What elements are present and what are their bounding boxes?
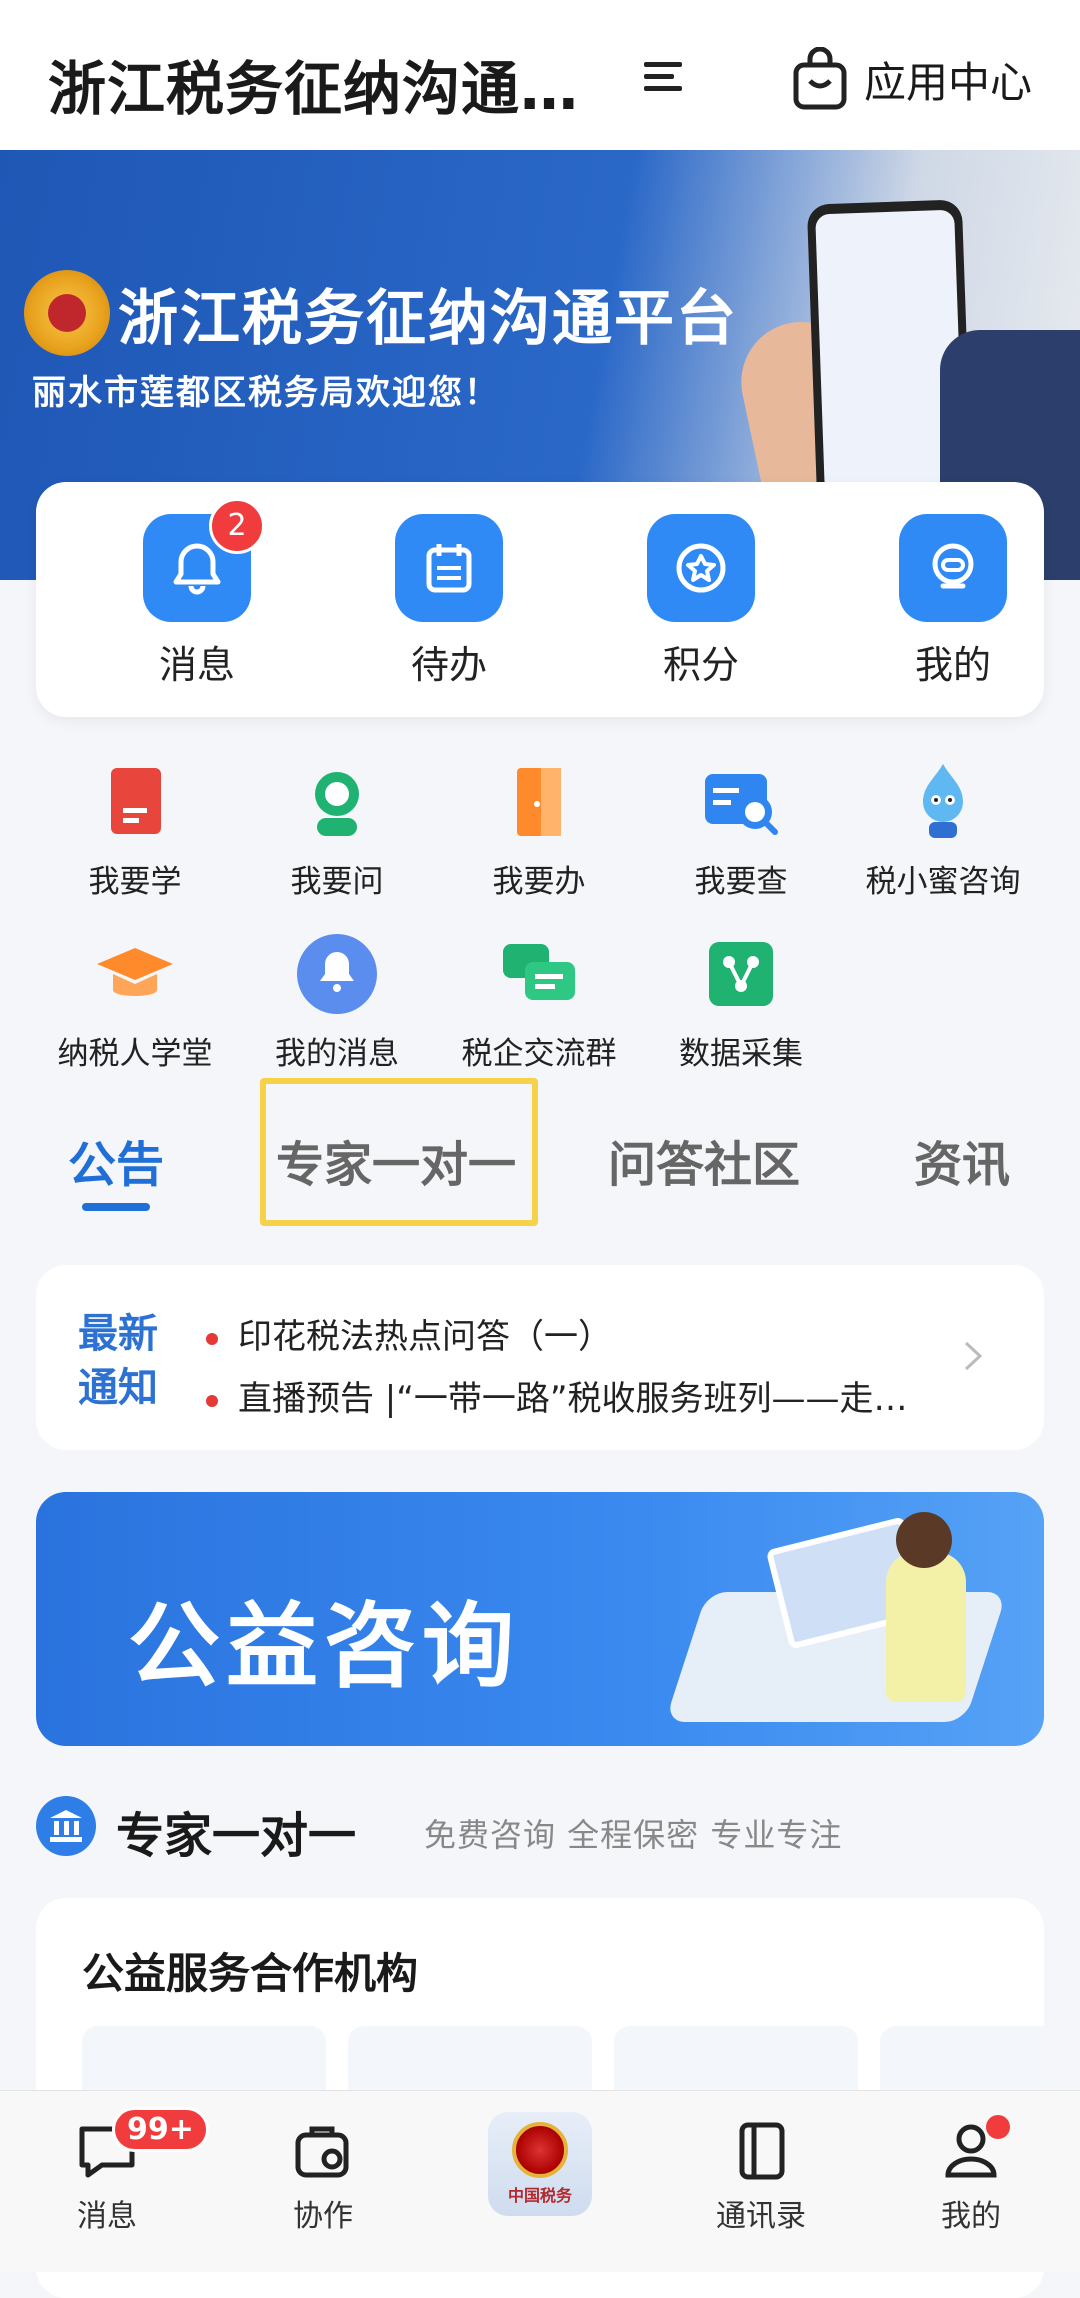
- notice-item[interactable]: 印花税法热点问答（一）: [206, 1309, 612, 1358]
- headset-icon: [295, 760, 379, 844]
- highlight-box: [260, 1078, 538, 1226]
- nav-label: 通讯录: [716, 2199, 806, 2234]
- quick-action-points[interactable]: 积分: [626, 514, 776, 689]
- grid-item-tax-assistant[interactable]: 税小蜜咨询: [848, 760, 1038, 901]
- tab-qa-community[interactable]: 问答社区: [608, 1125, 800, 1195]
- banner-title: 浙江税务征纳沟通平台: [118, 284, 738, 354]
- grid-item-exchange-group[interactable]: 税企交流群: [444, 932, 634, 1073]
- latest-notice-tag: 最新 通知: [78, 1307, 158, 1415]
- shopping-bag-icon: [793, 47, 847, 110]
- grid-item-label: 我要查: [694, 864, 788, 900]
- top-bar: 浙江税务征纳沟通… 应用中心: [0, 0, 1080, 150]
- grid-item-school[interactable]: 纳税人学堂: [40, 932, 230, 1073]
- quick-action-mine[interactable]: 我的: [878, 514, 1028, 689]
- star-icon: [647, 514, 755, 622]
- bell-circle-icon: [295, 932, 379, 1016]
- quick-action-messages[interactable]: 2 消息: [122, 498, 272, 689]
- nav-collaboration[interactable]: 协作: [248, 2115, 398, 2235]
- app-center-button[interactable]: 应用中心: [790, 44, 1032, 114]
- public-consultation-banner[interactable]: 公益咨询: [36, 1492, 1044, 1746]
- nav-home-logo[interactable]: 中国税务: [488, 2112, 592, 2216]
- bell-icon: 2: [143, 498, 265, 622]
- grid-item-my-messages[interactable]: 我的消息: [242, 932, 432, 1073]
- door-icon: [497, 760, 581, 844]
- tab-news[interactable]: 资讯: [914, 1125, 1010, 1195]
- grid-item-label: 我要问: [290, 864, 384, 900]
- data-collect-icon: [699, 932, 783, 1016]
- nav-contacts[interactable]: 通讯录: [686, 2115, 836, 2235]
- collaboration-icon: [295, 2126, 349, 2178]
- grid-item-label: 我的消息: [275, 1036, 399, 1072]
- bank-icon: [36, 1796, 96, 1856]
- chevron-right-icon[interactable]: [956, 1339, 990, 1373]
- quick-action-todo[interactable]: 待办: [374, 514, 524, 689]
- card-title: 公益服务合作机构: [82, 1949, 419, 1998]
- nav-label: 消息: [77, 2199, 137, 2234]
- center-logo-text: 中国税务: [507, 2186, 572, 2205]
- app-center-label: 应用中心: [864, 57, 1033, 107]
- grid-item-handle[interactable]: 我要办: [444, 760, 634, 901]
- nav-mine[interactable]: 我的: [896, 2115, 1046, 2235]
- quick-actions-card: 2 消息 待办 积分 我的: [36, 482, 1044, 717]
- quick-action-label: 消息: [158, 643, 235, 687]
- person-illustration: [886, 1552, 966, 1702]
- book-icon: [93, 760, 177, 844]
- message-count-badge: 2: [209, 498, 265, 554]
- chat-group-icon: [497, 932, 581, 1016]
- search-card-icon: [699, 760, 783, 844]
- person-head-illustration: [896, 1512, 952, 1568]
- message-badge: 99+: [112, 2107, 209, 2152]
- section-subtitle: 免费咨询 全程保密 专业专注: [424, 1816, 843, 1854]
- grid-item-label: 纳税人学堂: [57, 1036, 213, 1072]
- banner-subtitle: 丽水市莲都区税务局欢迎您！: [32, 373, 500, 413]
- promo-title: 公益咨询: [128, 1593, 521, 1700]
- robot-face-icon: [899, 514, 1007, 622]
- quick-action-label: 我的: [914, 643, 991, 687]
- nav-messages[interactable]: 99+ 消息: [32, 2107, 209, 2235]
- notice-tag-line: 最新: [78, 1311, 158, 1357]
- grid-item-label: 我要学: [88, 864, 182, 900]
- section-title: 专家一对一: [116, 1808, 357, 1864]
- active-tab-indicator: [82, 1203, 150, 1211]
- calendar-icon: [395, 514, 503, 622]
- grid-item-label: 我要办: [492, 864, 586, 900]
- grid-item-data-collect[interactable]: 数据采集: [646, 932, 836, 1073]
- tax-emblem-icon: [512, 2122, 568, 2178]
- grid-item-label: 数据采集: [679, 1036, 803, 1072]
- contacts-icon: [739, 2122, 785, 2180]
- notice-item[interactable]: 直播预告 |“一带一路”税收服务班列——走…: [206, 1371, 908, 1420]
- nav-label: 协作: [293, 2199, 353, 2234]
- nav-label: 我的: [941, 2199, 1001, 2234]
- grid-item-label: 税小蜜咨询: [865, 864, 1021, 900]
- grid-item-learn[interactable]: 我要学: [40, 760, 230, 901]
- latest-notice-card[interactable]: 最新 通知 印花税法热点问答（一） 直播预告 |“一带一路”税收服务班列——走…: [36, 1265, 1044, 1450]
- grid-item-label: 税企交流群: [461, 1036, 617, 1072]
- quick-action-label: 积分: [662, 643, 739, 687]
- tab-announcements[interactable]: 公告: [68, 1125, 164, 1195]
- notice-tag-line: 通知: [78, 1365, 158, 1411]
- mascot-icon: [901, 760, 985, 844]
- graduation-cap-icon: [93, 932, 177, 1016]
- grid-item-query[interactable]: 我要查: [646, 760, 836, 901]
- grid-item-ask[interactable]: 我要问: [242, 760, 432, 901]
- notification-dot: [986, 2115, 1010, 2139]
- menu-icon[interactable]: [640, 52, 690, 102]
- quick-action-label: 待办: [410, 643, 487, 687]
- tax-emblem-icon: [24, 270, 110, 356]
- app-title: 浙江税务征纳沟通…: [48, 55, 580, 123]
